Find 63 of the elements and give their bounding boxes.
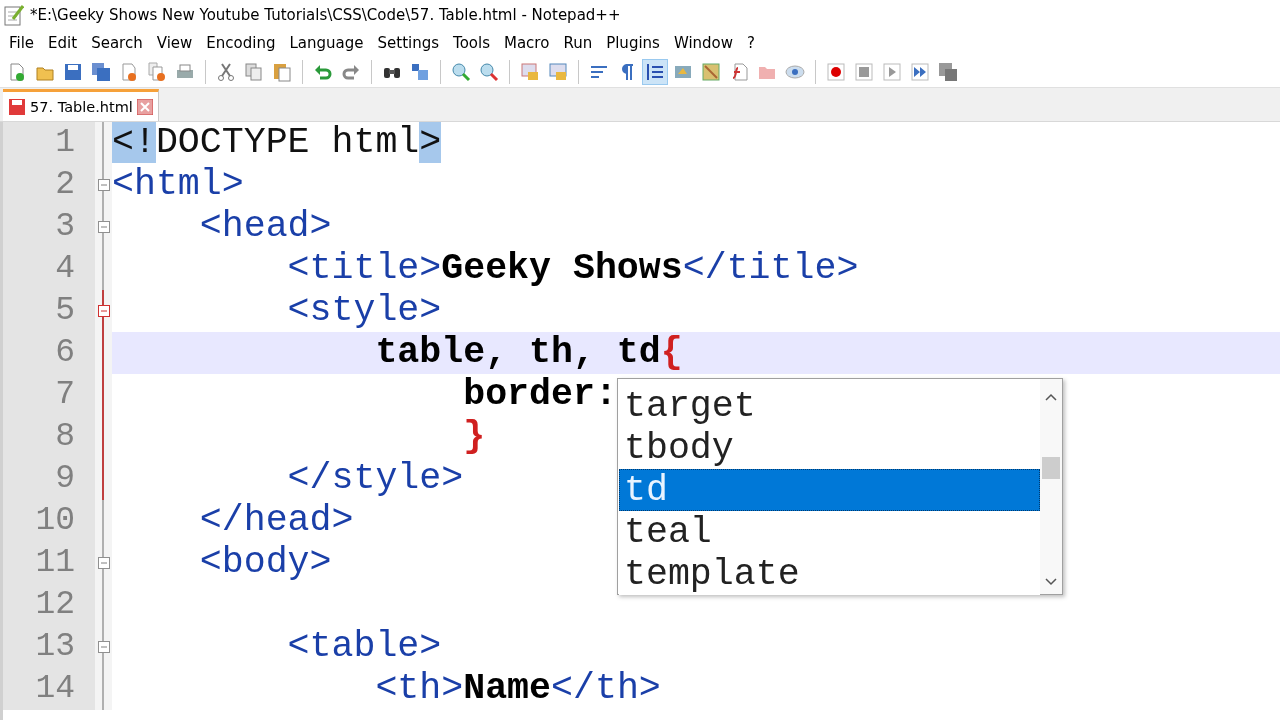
file-tab[interactable]: 57. Table.html — [3, 89, 159, 121]
code-text: <body> — [198, 542, 332, 583]
indent-guide-icon[interactable] — [642, 58, 668, 85]
line-number: 5 — [3, 290, 95, 332]
menu-item[interactable]: Window — [666, 34, 741, 52]
code-text: <html> — [112, 164, 244, 205]
code-text: Geeky Shows — [441, 248, 683, 289]
menu-item[interactable]: Encoding — [199, 34, 283, 52]
menu-item[interactable]: View — [149, 34, 200, 52]
line-number: 12 — [3, 584, 95, 626]
line-number: 13 — [3, 626, 95, 668]
menu-item[interactable]: File — [2, 34, 42, 52]
menu-item[interactable]: Macro — [497, 34, 557, 52]
menu-item[interactable]: Language — [282, 34, 371, 52]
line-number: 4 — [3, 248, 95, 290]
fold-toggle-icon[interactable] — [97, 641, 110, 653]
line-number: 6 — [3, 332, 95, 374]
code-text: border: — [462, 374, 617, 415]
line-number: 8 — [3, 416, 95, 458]
line-number: 7 — [3, 374, 95, 416]
tab-label: 57. Table.html — [30, 98, 133, 115]
fold-toggle-icon[interactable] — [97, 557, 110, 569]
line-number: 9 — [3, 458, 95, 500]
menu-item[interactable]: Settings — [370, 34, 447, 52]
code-text: </head> — [198, 500, 354, 541]
window-title: *E:\Geeky Shows New Youtube Tutorials\CSS\Code\57. Table.html - Notepad++ — [30, 6, 621, 24]
line-number: 14 — [3, 668, 95, 710]
code-text: </title> — [682, 248, 859, 289]
line-number: 2 — [3, 164, 95, 206]
scroll-down-icon[interactable] — [1045, 578, 1057, 586]
menu-item[interactable]: Edit — [41, 34, 85, 52]
menu-item[interactable]: Tools — [446, 34, 497, 52]
code-text: table, th, td — [374, 332, 661, 373]
code-text: { — [660, 332, 683, 373]
code-text: <title> — [286, 248, 442, 289]
matched-bracket: > — [419, 122, 442, 163]
code-text: } — [462, 416, 486, 457]
code-text: <table> — [286, 626, 442, 667]
scroll-thumb[interactable] — [1042, 457, 1060, 479]
code-text: <head> — [198, 206, 332, 247]
menu-item[interactable]: Run — [556, 34, 600, 52]
line-number: 10 — [3, 500, 95, 542]
close-icon[interactable] — [136, 98, 153, 115]
fold-toggle-icon[interactable] — [97, 305, 110, 317]
fold-toggle-icon[interactable] — [97, 221, 110, 233]
code-text: Name — [463, 668, 552, 709]
menu-item[interactable]: Search — [84, 34, 150, 52]
menu-item[interactable]: ? — [740, 34, 762, 52]
code-text: <th> — [374, 668, 464, 709]
matched-bracket: <! — [112, 122, 156, 163]
line-number: 11 — [3, 542, 95, 584]
line-number: 3 — [3, 206, 95, 248]
line-number: 1 — [3, 122, 95, 164]
code-text: DOCTYPE html — [155, 122, 420, 163]
scrollbar[interactable] — [1040, 379, 1062, 594]
autocomplete-item[interactable]: td — [619, 469, 1040, 511]
menu-item[interactable]: Plugins — [599, 34, 667, 52]
fold-toggle-icon[interactable] — [97, 179, 110, 191]
code-text: </th> — [551, 668, 661, 709]
notepad-icon — [4, 4, 24, 26]
code-text: <style> — [286, 290, 442, 331]
code-text: </style> — [286, 458, 464, 499]
scroll-up-icon[interactable] — [1045, 393, 1057, 401]
